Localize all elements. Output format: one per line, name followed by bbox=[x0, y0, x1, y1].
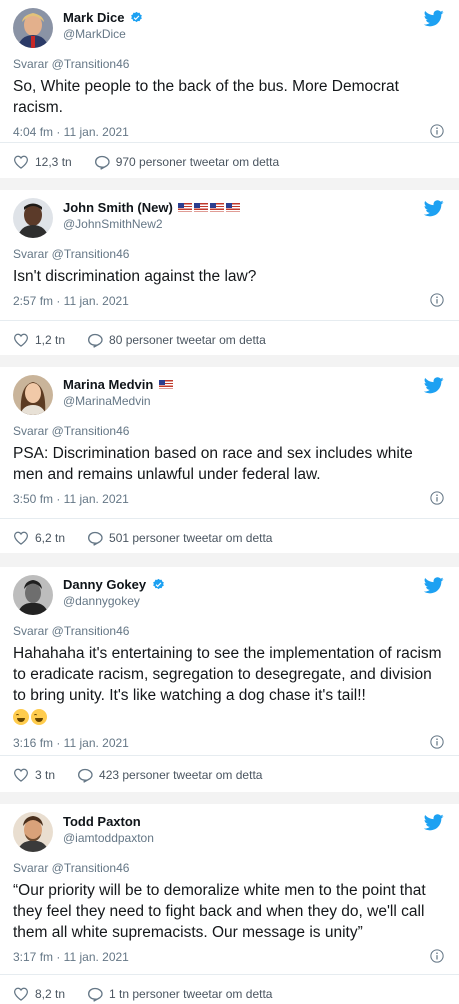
info-icon[interactable] bbox=[430, 124, 444, 138]
author-name[interactable]: Todd Paxton bbox=[63, 814, 141, 829]
tweet-actions: 6,2 tn 501 personer tweetar om detta bbox=[0, 518, 459, 548]
tweet-timestamp[interactable]: 3:16 fm · 11 jan. 2021 bbox=[13, 736, 129, 750]
card-separator bbox=[0, 792, 459, 804]
reply-context[interactable]: Svarar @Transition46 bbox=[13, 246, 446, 262]
face-with-tears-of-joy-icon bbox=[31, 709, 47, 725]
speech-bubble-icon bbox=[88, 333, 103, 348]
twitter-bird-icon[interactable] bbox=[424, 814, 444, 831]
twitter-bird-icon[interactable] bbox=[424, 377, 444, 394]
retweet-info-button[interactable]: 1 tn personer tweetar om detta bbox=[87, 987, 272, 1002]
speech-bubble-icon bbox=[78, 768, 93, 783]
tweet-timestamp[interactable]: 4:04 fm · 11 jan. 2021 bbox=[13, 125, 129, 139]
author-handle[interactable]: @dannygokey bbox=[63, 593, 165, 609]
tweet-text: So, White people to the back of the bus.… bbox=[13, 78, 399, 116]
reply-context[interactable]: Svarar @Transition46 bbox=[13, 56, 446, 72]
author-name[interactable]: Marina Medvin bbox=[63, 377, 153, 392]
tweet-timestamp[interactable]: 3:17 fm · 11 jan. 2021 bbox=[13, 950, 129, 964]
tweet-card[interactable]: Marina Medvin @MarinaMedvin Svarar @Tran… bbox=[0, 367, 459, 553]
author-handle[interactable]: @JohnSmithNew2 bbox=[63, 216, 240, 232]
like-count: 3 tn bbox=[35, 768, 56, 782]
retweet-text: 423 personer tweetar om detta bbox=[99, 768, 263, 782]
card-separator bbox=[0, 178, 459, 190]
like-count: 12,3 tn bbox=[35, 155, 72, 169]
retweet-info-button[interactable]: 423 personer tweetar om detta bbox=[77, 768, 262, 783]
speech-bubble-icon bbox=[88, 987, 103, 1002]
avatar[interactable] bbox=[13, 198, 53, 238]
like-count: 8,2 tn bbox=[35, 987, 66, 1001]
avatar[interactable] bbox=[13, 375, 53, 415]
card-separator bbox=[0, 355, 459, 367]
author-handle[interactable]: @iamtoddpaxton bbox=[63, 830, 154, 846]
us-flag-icon bbox=[178, 203, 193, 212]
like-button[interactable]: 8,2 tn bbox=[13, 987, 65, 1001]
like-count: 6,2 tn bbox=[35, 531, 66, 545]
retweet-info-button[interactable]: 501 personer tweetar om detta bbox=[87, 531, 272, 546]
verified-badge-icon bbox=[131, 11, 142, 23]
like-button[interactable]: 3 tn bbox=[13, 768, 55, 782]
tweet-timestamp[interactable]: 3:50 fm · 11 jan. 2021 bbox=[13, 492, 129, 506]
divider bbox=[0, 518, 459, 519]
twitter-bird-icon[interactable] bbox=[424, 10, 444, 27]
tweet-actions: 12,3 tn 970 personer tweetar om detta bbox=[0, 142, 459, 172]
avatar[interactable] bbox=[13, 575, 53, 615]
retweet-text: 970 personer tweetar om detta bbox=[115, 155, 280, 169]
heart-icon bbox=[13, 531, 29, 545]
heart-icon bbox=[13, 987, 29, 1001]
us-flag-icon bbox=[226, 203, 241, 212]
author-name[interactable]: Danny Gokey bbox=[63, 577, 146, 592]
reply-context[interactable]: Svarar @Transition46 bbox=[13, 623, 446, 639]
divider bbox=[0, 320, 459, 321]
divider bbox=[0, 974, 459, 975]
face-with-tears-of-joy-icon bbox=[13, 709, 29, 725]
tweet-actions: 1,2 tn 80 personer tweetar om detta bbox=[0, 320, 459, 350]
speech-bubble-icon bbox=[94, 155, 110, 170]
tweet-card[interactable]: Danny Gokey @dannygokey Svarar @Transiti… bbox=[0, 567, 459, 792]
emoji-row bbox=[13, 708, 446, 729]
author-name[interactable]: Mark Dice bbox=[63, 10, 124, 25]
author-name[interactable]: John Smith (New) bbox=[63, 200, 173, 215]
tweet-text: “Our priority will be to demoralize whit… bbox=[13, 882, 426, 941]
verified-badge-icon bbox=[152, 578, 164, 590]
heart-icon bbox=[13, 333, 29, 347]
speech-bubble-icon bbox=[88, 531, 103, 546]
info-icon[interactable] bbox=[430, 293, 444, 307]
retweet-info-button[interactable]: 970 personer tweetar om detta bbox=[94, 155, 279, 170]
tweet-text: Isn't discrimination against the law? bbox=[13, 268, 257, 285]
us-flag-icon bbox=[210, 203, 225, 212]
tweet-timestamp[interactable]: 2:57 fm · 11 jan. 2021 bbox=[13, 294, 129, 308]
reply-context[interactable]: Svarar @Transition46 bbox=[13, 860, 446, 876]
tweet-text: PSA: Discrimination based on race and se… bbox=[13, 445, 413, 483]
heart-icon bbox=[13, 768, 29, 782]
retweet-text: 501 personer tweetar om detta bbox=[109, 531, 273, 545]
author-handle[interactable]: @MarkDice bbox=[63, 26, 143, 42]
tweet-actions: 3 tn 423 personer tweetar om detta bbox=[0, 755, 459, 785]
card-separator bbox=[0, 553, 459, 567]
retweet-info-button[interactable]: 80 personer tweetar om detta bbox=[87, 333, 266, 348]
twitter-bird-icon[interactable] bbox=[424, 200, 444, 217]
like-button[interactable]: 6,2 tn bbox=[13, 531, 65, 545]
heart-icon bbox=[13, 155, 29, 169]
divider bbox=[0, 142, 459, 143]
like-count: 1,2 tn bbox=[35, 333, 66, 347]
avatar[interactable] bbox=[13, 8, 53, 48]
twitter-bird-icon[interactable] bbox=[424, 577, 444, 594]
info-icon[interactable] bbox=[430, 949, 444, 963]
info-icon[interactable] bbox=[430, 735, 444, 749]
retweet-text: 80 personer tweetar om detta bbox=[109, 333, 266, 347]
us-flag-icon bbox=[194, 203, 209, 212]
like-button[interactable]: 12,3 tn bbox=[13, 155, 72, 169]
divider bbox=[0, 755, 459, 756]
tweet-text: Hahahaha it's entertaining to see the im… bbox=[13, 645, 442, 704]
reply-context[interactable]: Svarar @Transition46 bbox=[13, 423, 446, 439]
retweet-text: 1 tn personer tweetar om detta bbox=[109, 987, 273, 1001]
like-button[interactable]: 1,2 tn bbox=[13, 333, 65, 347]
tweet-actions: 8,2 tn 1 tn personer tweetar om detta bbox=[0, 974, 459, 1004]
us-flag-icon bbox=[158, 380, 173, 389]
info-icon[interactable] bbox=[430, 491, 444, 505]
author-handle[interactable]: @MarinaMedvin bbox=[63, 393, 173, 409]
avatar[interactable] bbox=[13, 812, 53, 852]
